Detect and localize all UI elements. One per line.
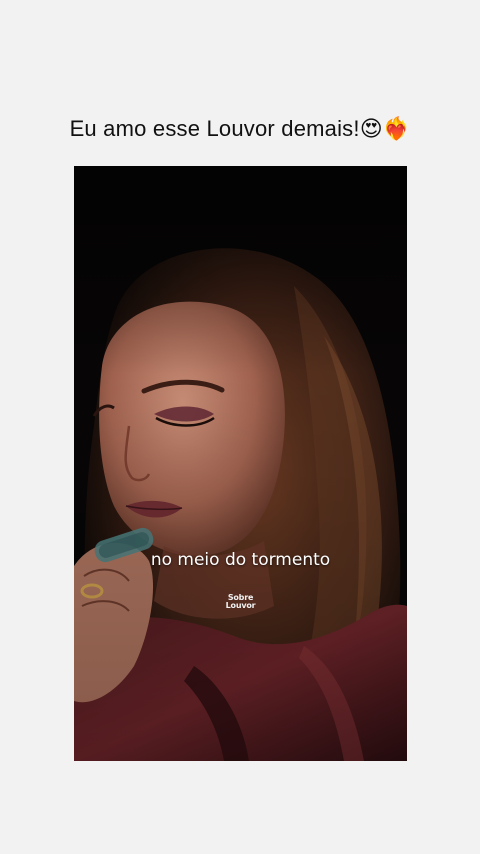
watermark-line-2: Louvor [225,601,256,610]
post-caption: Eu amo esse Louvor demais!😍❤️‍🔥 [69,116,411,141]
watermark-logo: Sobre Louvor [74,594,407,610]
video-frame [74,166,407,761]
video-subtitle: no meio do tormento [150,550,331,570]
video-player[interactable]: no meio do tormento Sobre Louvor [74,166,407,761]
